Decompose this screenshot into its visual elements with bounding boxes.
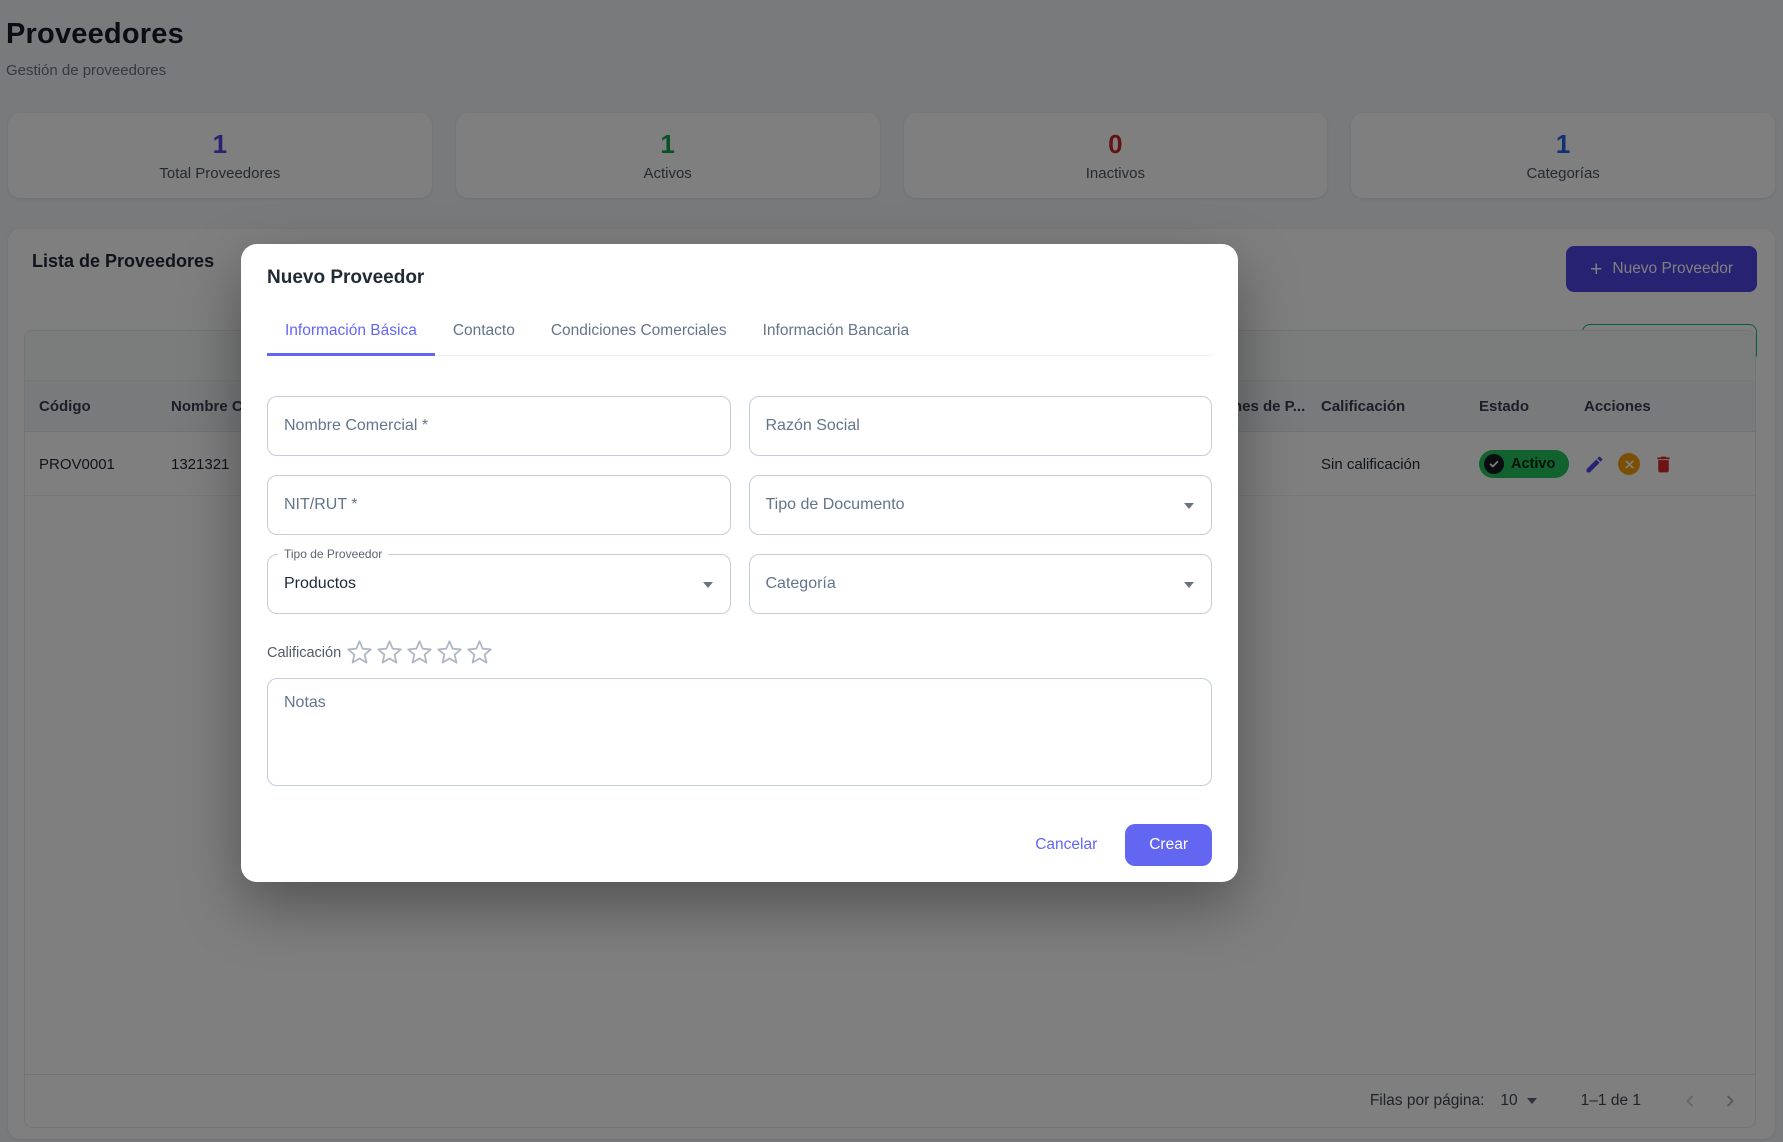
- rating-stars[interactable]: [346, 639, 493, 666]
- rating-label: Calificación: [267, 645, 341, 661]
- nombre-comercial-input[interactable]: [267, 396, 731, 456]
- caret-down-icon: [1184, 582, 1194, 588]
- modal-tabs: Información Básica Contacto Condiciones …: [267, 322, 1212, 356]
- modal-title: Nuevo Proveedor: [267, 267, 1212, 289]
- caret-down-icon: [703, 582, 713, 588]
- create-button[interactable]: Crear: [1125, 824, 1212, 866]
- tipo-proveedor-select[interactable]: Tipo de Proveedor Productos: [267, 554, 731, 614]
- tab-informacion-bancaria[interactable]: Información Bancaria: [745, 322, 927, 356]
- tab-contacto[interactable]: Contacto: [435, 322, 533, 356]
- basic-info-form: Tipo de Documento Tipo de Proveedor Prod…: [267, 396, 1212, 614]
- categoria-placeholder: Categoría: [766, 575, 836, 593]
- tipo-documento-placeholder: Tipo de Documento: [766, 496, 905, 514]
- caret-down-icon: [1184, 503, 1194, 509]
- tipo-documento-select[interactable]: Tipo de Documento: [749, 475, 1213, 535]
- razon-social-input[interactable]: [749, 396, 1213, 456]
- tipo-proveedor-label: Tipo de Proveedor: [278, 547, 388, 561]
- star-outline-icon[interactable]: [376, 639, 403, 666]
- new-provider-modal: Nuevo Proveedor Información Básica Conta…: [241, 244, 1238, 882]
- modal-actions: Cancelar Crear: [267, 824, 1212, 866]
- notas-textarea[interactable]: [267, 678, 1212, 786]
- star-outline-icon[interactable]: [466, 639, 493, 666]
- tab-condiciones-comerciales[interactable]: Condiciones Comerciales: [533, 322, 745, 356]
- nit-rut-input[interactable]: [267, 475, 731, 535]
- rating-row: Calificación: [267, 639, 1212, 666]
- tipo-proveedor-value: Productos: [284, 575, 356, 593]
- tab-informacion-basica[interactable]: Información Básica: [267, 322, 435, 356]
- star-outline-icon[interactable]: [346, 639, 373, 666]
- star-outline-icon[interactable]: [406, 639, 433, 666]
- categoria-select[interactable]: Categoría: [749, 554, 1213, 614]
- cancel-button[interactable]: Cancelar: [1019, 826, 1113, 864]
- star-outline-icon[interactable]: [436, 639, 463, 666]
